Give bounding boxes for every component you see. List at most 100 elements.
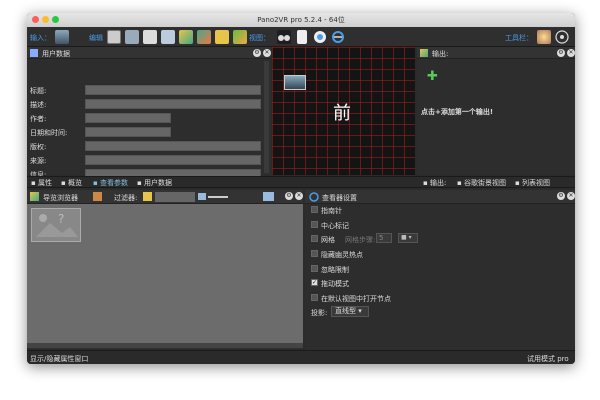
close-window-button[interactable] <box>32 16 39 23</box>
tab-properties[interactable]: ▪ 属性 <box>29 177 52 189</box>
svg-text:?: ? <box>58 212 64 226</box>
tab-output[interactable]: ▪ 输出: <box>421 177 446 189</box>
center-marker-label: 中心标记 <box>321 222 349 230</box>
input-panorama-icon[interactable] <box>55 30 69 44</box>
panorama-thumbnail[interactable] <box>284 75 306 90</box>
copyright-field[interactable] <box>85 141 261 151</box>
app-window: Pano2VR pro 5.2.4 - 64位 输入： 编辑 视图： 工具栏： <box>27 13 575 364</box>
title-field[interactable] <box>85 85 261 95</box>
output-title: 输出: <box>432 50 449 58</box>
settings-close-icon[interactable]: ✕ <box>567 192 575 200</box>
tools-settings-icon[interactable] <box>555 30 569 44</box>
grid-checkbox[interactable] <box>311 235 318 242</box>
panel-close-icon[interactable]: ✕ <box>263 49 271 57</box>
edit-hotspot-icon[interactable] <box>179 30 193 44</box>
filter-icon[interactable] <box>143 192 152 201</box>
output-header: 输出: ⚙ ✕ <box>417 47 575 59</box>
tab-view-parameters[interactable]: ▪ 查看参数 <box>91 177 128 189</box>
ignore-limits-checkbox[interactable] <box>311 265 318 272</box>
output-options-icon[interactable]: ⚙ <box>557 49 565 57</box>
thumbnail-large-icon <box>263 192 274 201</box>
sort-icon[interactable] <box>93 192 102 201</box>
center-marker-checkbox[interactable] <box>311 221 318 228</box>
view-label: 视图： <box>249 34 270 42</box>
panorama-node-thumbnail[interactable]: ? <box>31 208 81 242</box>
drag-mode-checkbox[interactable]: ✓ <box>311 279 318 286</box>
cube-face-label: 前 <box>333 103 351 124</box>
browser-close-icon[interactable]: ✕ <box>295 192 303 200</box>
description-field[interactable] <box>85 99 261 109</box>
status-right-text: 试用模式 pro <box>527 355 569 363</box>
field-label-copyright: 版权: <box>30 143 47 151</box>
input-label: 输入： <box>30 34 51 42</box>
tour-browser-header: 导览浏览器 过滤器: ⚙ ✕ <box>27 190 303 204</box>
grid-label: 网格 <box>321 236 335 244</box>
output-icon <box>420 49 428 57</box>
filter-input[interactable] <box>155 192 195 202</box>
output-hint: 点击+添加第一个输出! <box>421 108 494 116</box>
hide-ghost-hotspots-label: 隐藏幽灵热点 <box>321 251 363 259</box>
source-field[interactable] <box>85 155 261 165</box>
output-panel: 输出: ⚙ ✕ ✚ 点击+添加第一个输出! <box>417 47 575 175</box>
open-node-default-view-checkbox[interactable] <box>311 294 318 301</box>
user-data-icon <box>30 49 38 57</box>
edit-map-icon[interactable] <box>233 30 247 44</box>
author-field[interactable] <box>85 113 171 123</box>
grid-color-select[interactable]: ■ ▾ <box>398 233 418 243</box>
projection-value: 直线型 <box>335 307 356 315</box>
grid-step-input[interactable]: 5 <box>376 233 392 243</box>
zoom-window-button[interactable] <box>52 16 59 23</box>
field-label-description: 描述: <box>30 101 47 109</box>
tab-list-view[interactable]: ▪ 列表视图 <box>513 177 550 189</box>
binoculars-icon[interactable] <box>277 30 291 44</box>
viewer-settings-title: 查看器设置 <box>322 194 357 202</box>
tab-google-street-view-label: 谷歌街景视图 <box>463 179 506 187</box>
field-label-source: 来源: <box>30 157 47 165</box>
user-data-panel: 用户数据 ⚙ ✕ 标题: 描述: 作者: 日期和时间: 版权: 来源: 信息: <box>27 47 271 179</box>
browser-horizontal-scrollbar[interactable] <box>27 343 303 348</box>
projection-select[interactable]: 直线型 ▾ <box>331 306 369 317</box>
edit-display-icon[interactable] <box>143 30 157 44</box>
status-left-text[interactable]: 显示/隐藏属性窗口 <box>30 354 88 364</box>
output-close-icon[interactable]: ✕ <box>567 49 575 57</box>
minimize-window-button[interactable] <box>42 16 49 23</box>
thumbnail-small-icon <box>198 193 206 200</box>
panel-options-icon[interactable]: ⚙ <box>253 49 261 57</box>
edit-projection-icon[interactable] <box>125 30 139 44</box>
viewer-canvas[interactable]: 前 <box>272 47 415 175</box>
viewer-settings-icon <box>309 192 319 204</box>
edit-label: 编辑 <box>89 34 103 42</box>
edit-skin-icon[interactable] <box>197 30 211 44</box>
field-label-author: 作者: <box>30 115 47 123</box>
datetime-field[interactable] <box>85 127 171 137</box>
edit-window-icon[interactable] <box>161 30 175 44</box>
hide-ghost-hotspots-checkbox[interactable] <box>311 250 318 257</box>
grid-step-label: 网格步骤: <box>345 236 376 244</box>
tab-user-data[interactable]: ▪ 用户数据 <box>135 177 172 189</box>
tour-browser-icon <box>30 192 39 201</box>
add-output-icon[interactable]: ✚ <box>427 69 438 84</box>
thumbnail-size-slider[interactable] <box>208 196 228 198</box>
filter-label: 过滤器: <box>114 194 138 202</box>
view-settings-icon[interactable] <box>331 30 345 44</box>
browser-content[interactable]: ? <box>27 204 303 348</box>
refresh-icon[interactable] <box>313 30 327 44</box>
user-data-header: 用户数据 ⚙ ✕ <box>27 47 271 59</box>
tour-browser-title: 导览浏览器 <box>43 194 78 202</box>
tab-overview[interactable]: ▪ 概览 <box>59 177 82 189</box>
edit-cube-icon[interactable] <box>107 30 121 44</box>
tab-output-label: 输出: <box>429 179 447 187</box>
edit-tour-icon[interactable] <box>215 30 229 44</box>
ignore-limits-label: 忽略限制 <box>321 266 349 274</box>
window-title: Pano2VR pro 5.2.4 - 64位 <box>257 16 345 24</box>
browser-options-icon[interactable]: ⚙ <box>285 192 293 200</box>
main-toolbar: 输入： 编辑 视图： 工具栏： <box>27 27 575 47</box>
tab-user-data-label: 用户数据 <box>143 179 172 187</box>
tab-google-street-view[interactable]: ▪ 谷歌街景视图 <box>455 177 506 189</box>
compass-checkbox[interactable] <box>311 206 318 213</box>
tab-properties-label: 属性 <box>37 179 52 187</box>
user-data-scrollbar[interactable] <box>264 61 269 173</box>
tools-object-icon[interactable] <box>537 30 551 44</box>
clipboard-icon[interactable] <box>297 30 307 44</box>
settings-options-icon[interactable]: ⚙ <box>557 192 565 200</box>
